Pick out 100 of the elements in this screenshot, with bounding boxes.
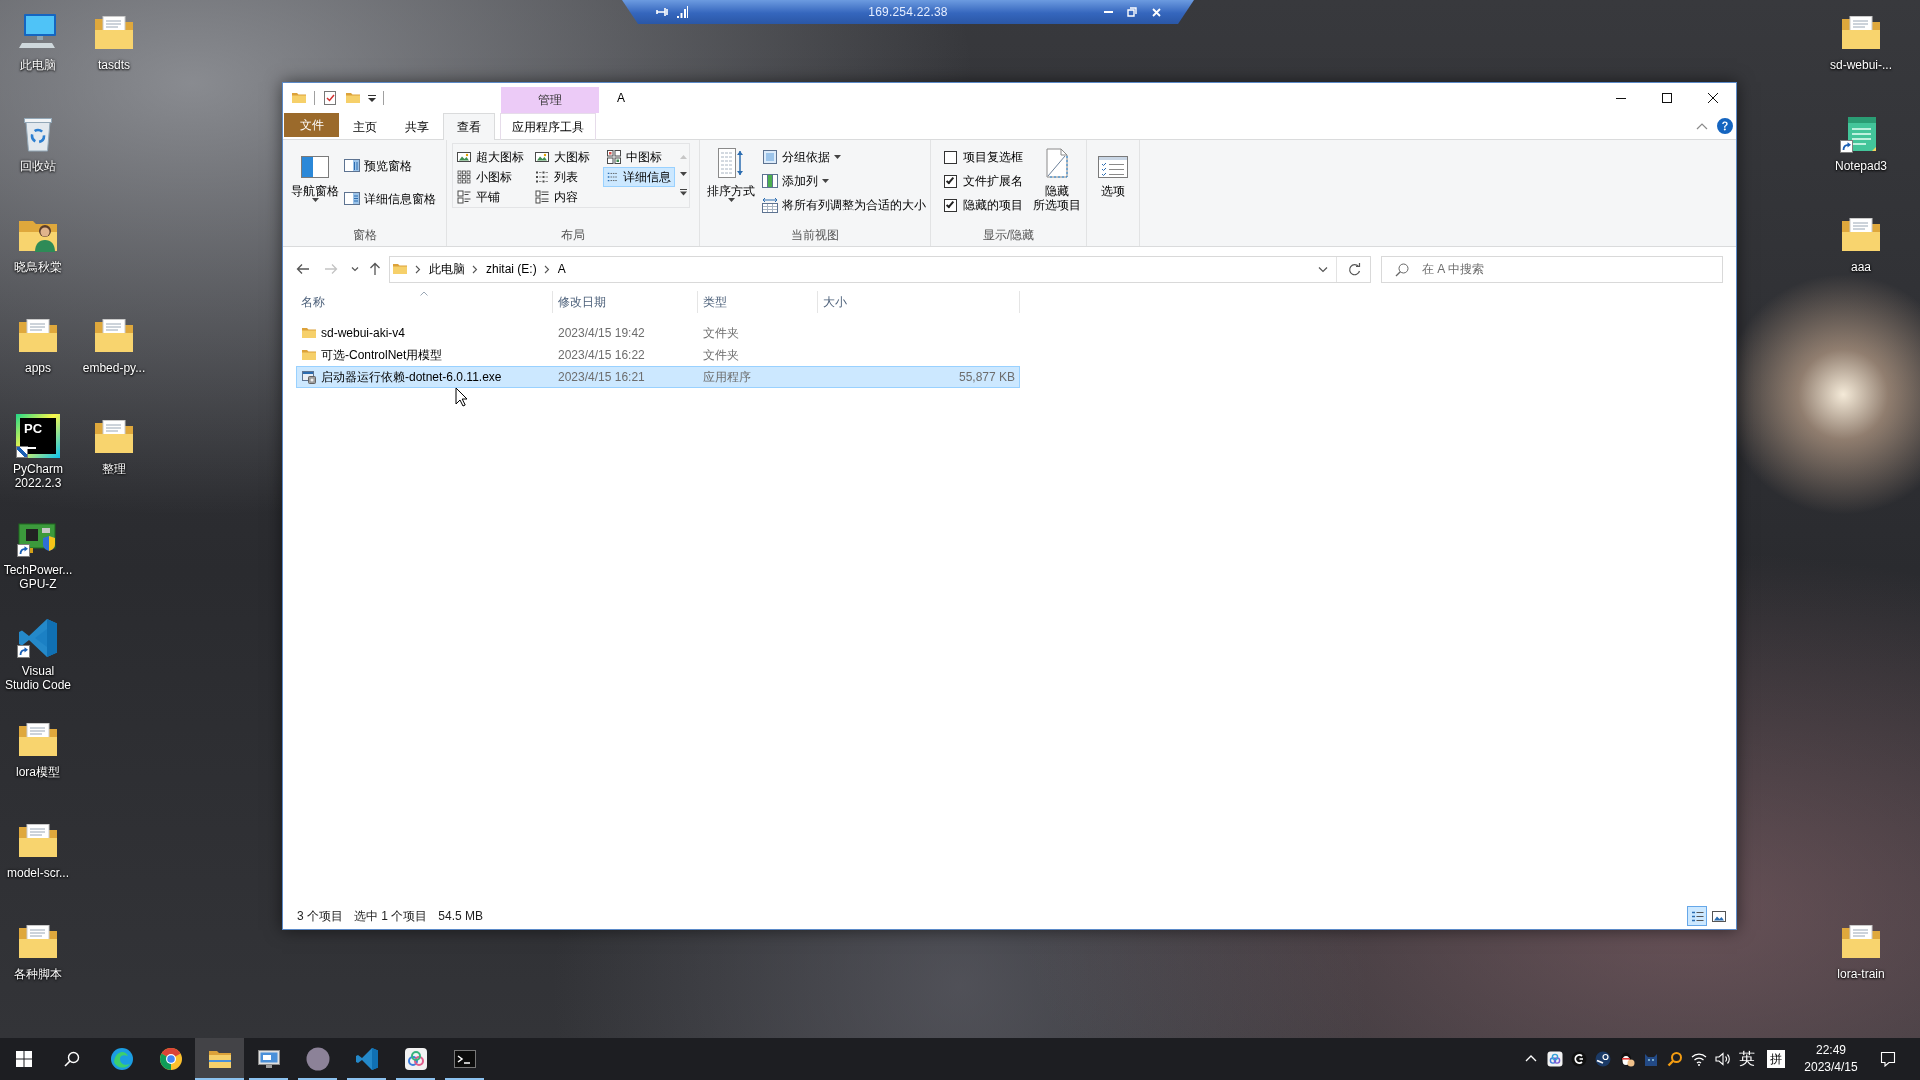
- file-row[interactable]: 启动器运行依赖-dotnet-6.0.11.exe 2023/4/15 16:21 应用程序 55,877 KB: [296, 366, 1020, 388]
- minimize-icon: [1103, 11, 1113, 13]
- layout-option[interactable]: 内容: [531, 187, 601, 207]
- list-icon: [535, 170, 549, 184]
- desktop-icon-label[interactable]: sd-webui-...: [1830, 58, 1892, 72]
- view-toggle-button[interactable]: [1687, 906, 1707, 926]
- breadcrumb[interactable]: zhitai (E:): [486, 262, 537, 276]
- column-header[interactable]: 修改日期: [553, 291, 698, 313]
- avatar-icon: [305, 1047, 330, 1071]
- selection-size: 54.5 MB: [438, 909, 484, 923]
- desktop-icon-label[interactable]: model-scr...: [7, 866, 69, 880]
- breadcrumb[interactable]: 此电脑: [429, 260, 465, 278]
- selection-count: 选中 1 个项目: [354, 907, 428, 925]
- ribbon-button[interactable]: 预览窗格: [344, 154, 436, 178]
- file-type: 文件夹: [702, 324, 740, 342]
- details-list-icon: [607, 170, 618, 184]
- chevron-right-icon[interactable]: [415, 264, 421, 274]
- caret-down-icon: [822, 179, 829, 183]
- ribbon-button[interactable]: 添加列: [762, 169, 926, 193]
- browser-icon: [158, 1047, 183, 1071]
- chevron-right-icon[interactable]: [543, 264, 550, 274]
- desktop-icon-label[interactable]: lora模型: [16, 765, 60, 779]
- layout-option[interactable]: 中图标: [603, 147, 675, 167]
- checkbox-label[interactable]: 文件扩展名: [963, 172, 1023, 190]
- round-logo-icon[interactable]: [1595, 1051, 1611, 1067]
- arc-icon[interactable]: [1571, 1051, 1587, 1067]
- desktop-icon-label[interactable]: Notepad3: [1834, 159, 1887, 173]
- layout-option[interactable]: 大图标: [531, 147, 601, 167]
- taskbar-button[interactable]: [195, 1038, 244, 1080]
- desktop-icon-label[interactable]: 此电脑: [20, 58, 56, 72]
- ribbon-button[interactable]: 将所有列调整为合适的大小: [762, 193, 926, 217]
- ribbon-tab[interactable]: 查看: [443, 113, 495, 140]
- help-icon[interactable]: [1717, 118, 1733, 134]
- layout-option[interactable]: 详细信息: [603, 167, 675, 187]
- ribbon-tab[interactable]: 文件: [284, 113, 339, 137]
- input-mode-button[interactable]: 拼: [1767, 1050, 1785, 1068]
- file-name: 可选-ControlNet用模型: [321, 346, 443, 364]
- desktop-icon-label[interactable]: 各种脚本: [14, 967, 62, 981]
- desktop-icon-label[interactable]: Visual Studio Code: [4, 664, 71, 692]
- layout-option[interactable]: 超大图标: [453, 147, 529, 167]
- pin-icon[interactable]: [656, 5, 670, 19]
- scroll-down-icon[interactable]: [680, 172, 687, 176]
- desktop-icon-label[interactable]: aaa: [1851, 260, 1871, 274]
- folder-icon: [301, 325, 317, 341]
- start-icon: [15, 1051, 32, 1067]
- cat-icon[interactable]: [1643, 1051, 1659, 1067]
- expand-gallery-icon[interactable]: [680, 189, 687, 197]
- minimize-icon: [1616, 97, 1626, 99]
- app-tile-icon[interactable]: [1547, 1051, 1563, 1067]
- ribbon-button[interactable]: 隐藏 所选项目: [1028, 140, 1086, 212]
- layout-option[interactable]: 列表: [531, 167, 601, 187]
- collapse-ribbon-icon[interactable]: [1696, 122, 1708, 130]
- penguin-icon[interactable]: [1619, 1051, 1635, 1067]
- desktop-icon-label[interactable]: 回收站: [20, 159, 56, 173]
- checkbox[interactable]: [944, 174, 957, 188]
- column-header[interactable]: 名称: [296, 291, 553, 313]
- desktop-icon-label[interactable]: PyCharm 2022.2.3: [13, 462, 63, 490]
- clock-button[interactable]: 22:49 2023/4/15: [1794, 1038, 1868, 1080]
- file-row[interactable]: sd-webui-aki-v4 2023/4/15 19:42 文件夹: [296, 322, 1020, 344]
- maximize-icon: [1662, 93, 1672, 103]
- column-header[interactable]: 类型: [698, 291, 818, 313]
- desktop-icon-label[interactable]: embed-py...: [82, 361, 146, 375]
- checkbox[interactable]: [944, 198, 957, 212]
- desktop-icon-label[interactable]: 晓鳥秋棠: [14, 260, 62, 274]
- file-size: 55,877 KB: [957, 370, 1016, 384]
- layout-option[interactable]: 小图标: [453, 167, 529, 187]
- desktop-icon-label[interactable]: lora-train: [1837, 967, 1885, 981]
- ribbon-button[interactable]: 选项: [1087, 140, 1139, 198]
- ribbon-button[interactable]: 分组依据: [762, 145, 926, 169]
- ribbon-button[interactable]: 排序方式: [702, 140, 760, 202]
- volume-icon[interactable]: [1715, 1051, 1731, 1067]
- properties-icon[interactable]: [322, 90, 338, 106]
- layout-option[interactable]: 平铺: [453, 187, 529, 207]
- desktop-icon-label[interactable]: apps: [25, 361, 51, 375]
- caret-down-icon[interactable]: [351, 266, 359, 272]
- search-field[interactable]: 在 A 中搜索: [1381, 255, 1723, 283]
- caret-down-icon[interactable]: [1318, 265, 1328, 273]
- desktop-icon-label[interactable]: TechPower... GPU-Z: [3, 563, 73, 591]
- ribbon-logo-icon[interactable]: [16, 616, 60, 660]
- checkbox-label[interactable]: 隐藏的项目: [963, 196, 1023, 214]
- address-bar[interactable]: 此电脑 zhitai (E:) A: [389, 255, 1371, 283]
- customize-toolbar-icon[interactable]: [368, 94, 376, 102]
- signal-bars-icon[interactable]: [676, 6, 688, 18]
- ribbon-tab[interactable]: 主页: [339, 113, 391, 140]
- magnifier-icon[interactable]: [1667, 1051, 1683, 1067]
- wifi-icon[interactable]: [1691, 1051, 1707, 1067]
- content-icon: [535, 190, 549, 204]
- ribbon-tab[interactable]: 共享: [391, 113, 443, 140]
- desktop-icon-label[interactable]: tasdts: [98, 58, 130, 72]
- ribbon-button[interactable]: 详细信息窗格: [344, 187, 436, 211]
- breadcrumb[interactable]: A: [557, 262, 566, 276]
- checkbox-label[interactable]: 项目复选框: [963, 148, 1023, 166]
- input-language-button[interactable]: 英: [1735, 1038, 1759, 1080]
- desktop-icon-label[interactable]: 整理: [102, 462, 126, 476]
- ribbon-logo-icon: [354, 1047, 379, 1071]
- checkbox[interactable]: [944, 150, 957, 164]
- file-row[interactable]: 可选-ControlNet用模型 2023/4/15 16:22 文件夹: [296, 344, 1020, 366]
- ribbon-button[interactable]: 导航窗格: [286, 140, 344, 202]
- chevron-right-icon[interactable]: [472, 264, 478, 274]
- column-header[interactable]: 大小: [818, 291, 1020, 313]
